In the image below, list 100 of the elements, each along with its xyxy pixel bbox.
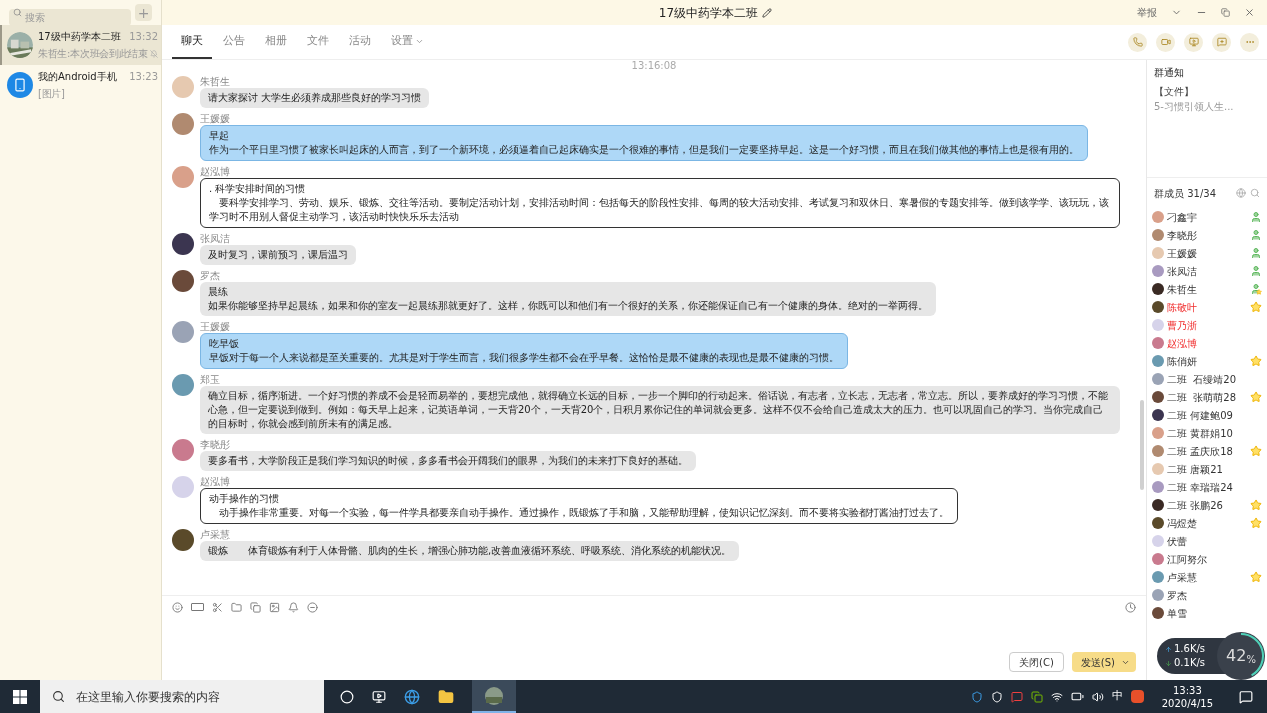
gif-icon[interactable] — [191, 603, 204, 611]
avatar — [1152, 589, 1164, 601]
member-item[interactable]: 张凤洁 — [1152, 262, 1262, 280]
notification-icon[interactable] — [1239, 689, 1253, 704]
avatar — [172, 166, 194, 188]
globe-icon[interactable] — [1236, 188, 1246, 198]
member-item[interactable]: 单雪 — [1152, 604, 1262, 622]
edit-icon[interactable] — [762, 7, 773, 18]
star-icon — [1250, 391, 1262, 403]
member-item[interactable]: 刁鑫宇 — [1152, 208, 1262, 226]
star-icon — [1250, 355, 1262, 367]
search-icon[interactable] — [1250, 188, 1260, 198]
tab[interactable]: 相册 — [256, 25, 296, 59]
conversation-preview: [图片] — [38, 87, 65, 101]
wifi-icon[interactable] — [1050, 690, 1063, 703]
minus-circle-icon[interactable] — [307, 601, 318, 613]
tab[interactable]: 设置 — [382, 25, 433, 59]
avatar — [172, 113, 194, 135]
scrollbar[interactable] — [1140, 400, 1144, 490]
member-item[interactable]: 伏蕾 — [1152, 532, 1262, 550]
conversation-item[interactable]: 17级中药学本二班 13:32 朱哲生:本次班会到此结束 — [0, 25, 161, 65]
conversation-item[interactable]: 我的Android手机 13:23 [图片] — [0, 65, 161, 105]
search-field[interactable]: 搜索 — [9, 9, 131, 26]
new-chat-button[interactable] — [1212, 32, 1231, 52]
member-item[interactable]: 冯煜楚 — [1152, 514, 1262, 532]
member-item[interactable]: 朱哲生 — [1152, 280, 1262, 298]
member-name: 卢采慧 — [1167, 570, 1197, 585]
member-name: 朱哲生 — [1167, 282, 1197, 297]
chat-app-icon[interactable] — [1010, 690, 1023, 703]
video-button[interactable] — [1156, 32, 1175, 52]
member-item[interactable]: 赵泓博 — [1152, 334, 1262, 352]
tab[interactable]: 活动 — [340, 25, 380, 59]
member-item[interactable]: 陈俏妍 — [1152, 352, 1262, 370]
star-icon — [1250, 301, 1262, 313]
person-star-icon — [1250, 283, 1262, 295]
member-item[interactable]: 二班 黄群娟10 — [1152, 424, 1262, 442]
member-item[interactable]: 王媛媛 — [1152, 244, 1262, 262]
sender-name: 李晓彤 — [200, 439, 231, 451]
member-item[interactable]: 二班 孟庆欣18 — [1152, 442, 1262, 460]
avatar — [172, 270, 194, 292]
member-item[interactable]: 二班 石缦靖20 — [1152, 370, 1262, 388]
history-icon[interactable] — [1125, 601, 1136, 613]
person-icon — [1250, 265, 1262, 277]
member-name: 二班 石缦靖20 — [1167, 372, 1237, 387]
sender-name: 王媛媛 — [200, 321, 231, 333]
sender-name: 卢采慧 — [200, 529, 231, 541]
message-text: 晨练 — [208, 285, 229, 299]
emoji-icon[interactable] — [172, 601, 183, 613]
report-link[interactable]: 举报 — [1137, 5, 1157, 20]
member-item[interactable]: 罗杰 — [1152, 586, 1262, 604]
browser-icon[interactable] — [404, 688, 420, 705]
tab[interactable]: 公告 — [214, 25, 254, 59]
member-item[interactable]: 曹乃浙 — [1152, 316, 1262, 334]
avatar — [1152, 337, 1164, 349]
image-icon[interactable] — [269, 601, 280, 613]
message-text: 作为一个平日里习惯了被家长叫起床的人而言，到了一个新环境，必须逼着自己起床确实是一个很难的事情，但是我们一定要坚持早起。这是一个好习惯，而且在我们做其他的事情上也是很有用的。 — [209, 143, 1079, 157]
sender-name: 赵泓博 — [200, 166, 231, 178]
star-icon — [1250, 517, 1262, 529]
message-text: 动手操作的习惯 — [209, 492, 280, 506]
tab[interactable]: 聊天 — [172, 25, 212, 59]
member-item[interactable]: 二班 张鹏26 — [1152, 496, 1262, 514]
volume-icon[interactable] — [1091, 690, 1104, 703]
cortana-icon[interactable] — [340, 689, 354, 704]
member-item[interactable]: 二班 何建鲍09 — [1152, 406, 1262, 424]
star-icon — [1250, 571, 1262, 583]
member-name: 单雪 — [1167, 606, 1187, 621]
member-item[interactable]: 二班 张萌萌28 — [1152, 388, 1262, 406]
battery-icon[interactable] — [1070, 690, 1084, 703]
send-button[interactable]: 发送(S) — [1071, 652, 1136, 672]
message-text: 吃早饭 — [209, 337, 240, 351]
conversation-time: 13:32 — [129, 30, 158, 44]
member-item[interactable]: 陈敬叶 — [1152, 298, 1262, 316]
message-text: 锻炼 体育锻炼有利于人体骨骼、肌肉的生长，增强心肺功能,改善血液循环系统、呼吸系统、消化系统的机能状况。 — [208, 544, 732, 558]
more-button[interactable] — [1240, 32, 1259, 52]
close-button[interactable]: 关闭(C) — [1009, 652, 1064, 672]
avatar — [1152, 319, 1164, 331]
task-view-icon[interactable] — [372, 689, 386, 704]
avatar — [1152, 445, 1164, 457]
clock-date[interactable]: 2020/4/15 — [1161, 696, 1213, 710]
taskbar-search-field[interactable]: 在这里输入你要搜索的内容 — [40, 680, 324, 713]
message-text: 请大家探讨 大学生必须养成那些良好的学习习惯 — [208, 91, 422, 105]
shield-icon[interactable] — [990, 690, 1003, 703]
member-item[interactable]: 江阿努尔 — [1152, 550, 1262, 568]
download-icon — [1165, 659, 1172, 667]
clock-time[interactable]: 13:33 — [1172, 683, 1202, 697]
bell-icon[interactable] — [288, 601, 299, 613]
member-item[interactable]: 二班 幸瑞瑞24 — [1152, 478, 1262, 496]
close-icon[interactable] — [1244, 7, 1255, 18]
folder-icon[interactable] — [438, 688, 454, 705]
scissors-icon[interactable] — [212, 601, 223, 613]
member-item[interactable]: 李晓彤 — [1152, 226, 1262, 244]
member-item[interactable]: 二班 唐颖21 — [1152, 460, 1262, 478]
tab[interactable]: 文件 — [298, 25, 338, 59]
member-name: 二班 孟庆欣18 — [1167, 444, 1233, 459]
ime-indicator[interactable]: 中 — [1111, 688, 1123, 705]
phone-button[interactable] — [1128, 32, 1147, 52]
screen-button[interactable] — [1184, 32, 1203, 52]
ime-logo-icon[interactable] — [1130, 690, 1144, 703]
member-item[interactable]: 卢采慧 — [1152, 568, 1262, 586]
restore-icon[interactable] — [1221, 8, 1230, 17]
